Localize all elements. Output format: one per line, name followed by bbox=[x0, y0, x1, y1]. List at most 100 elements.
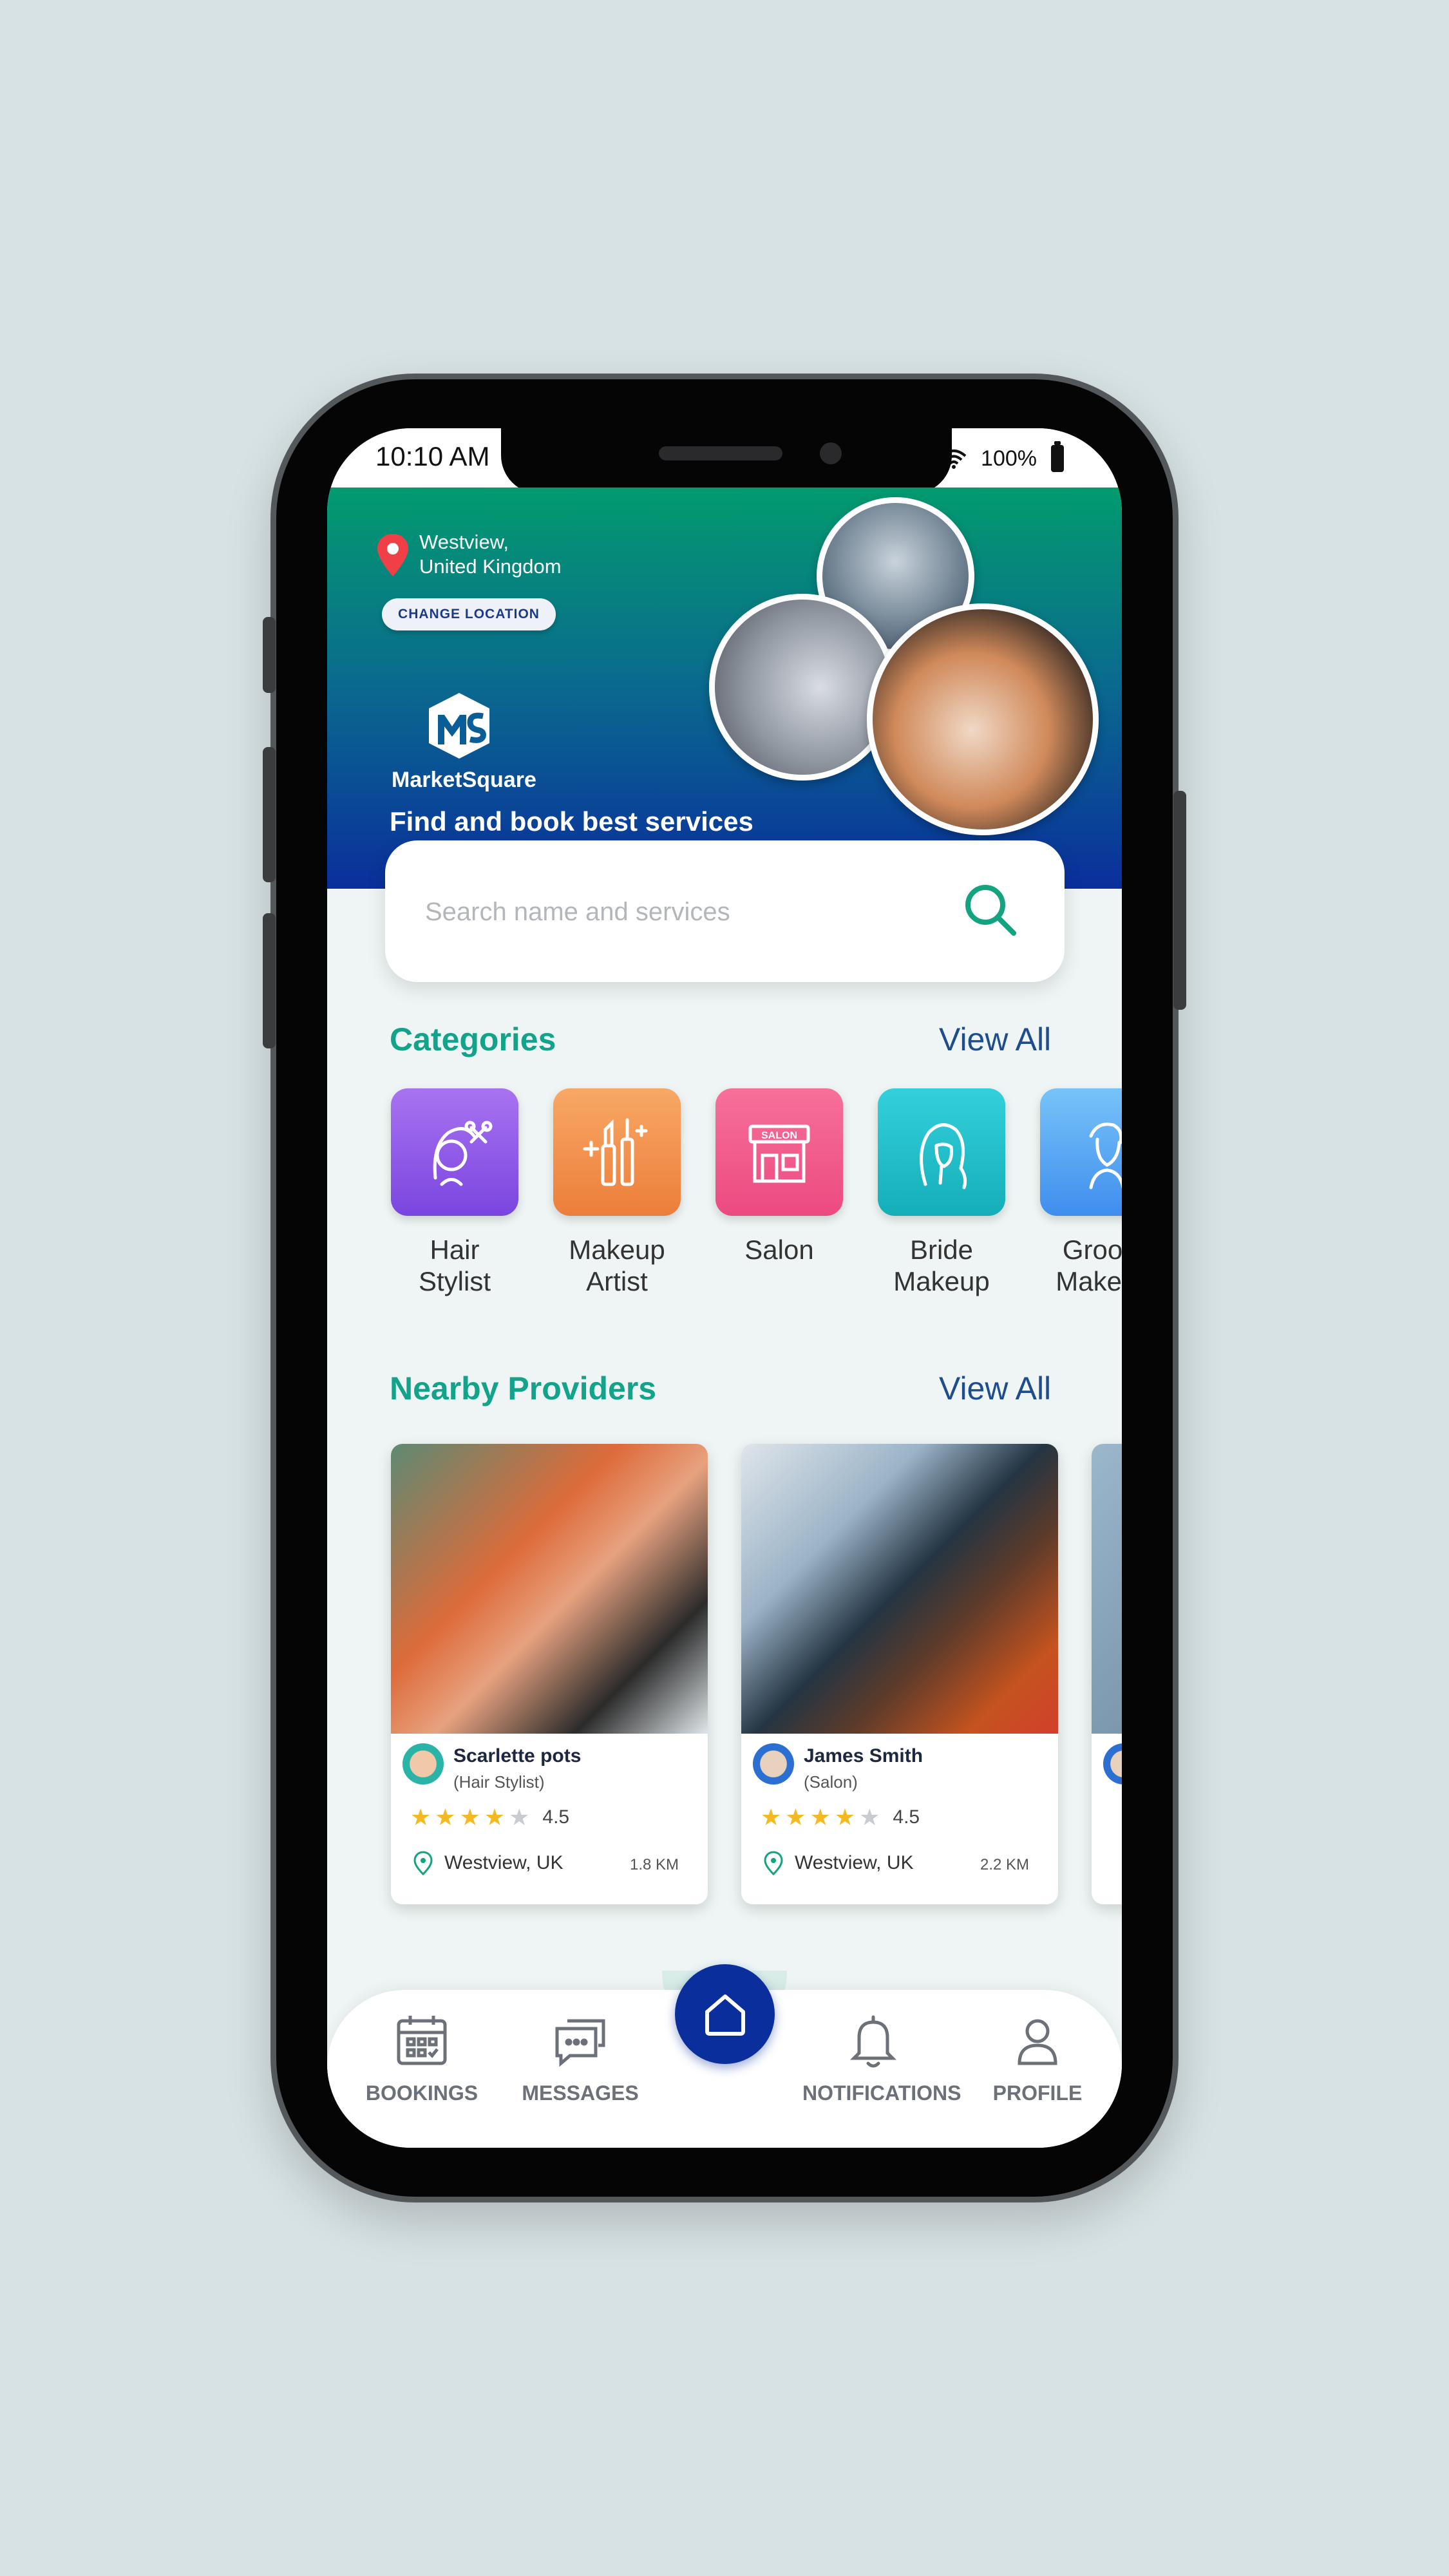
category-hair-stylist[interactable]: Hair Stylist bbox=[390, 1088, 519, 1297]
nav-label: NOTIFICATIONS bbox=[802, 2081, 961, 2105]
app-screen: 10:10 AM 100% Westview, United Kingdom C… bbox=[327, 428, 1122, 2148]
battery-icon bbox=[1051, 441, 1064, 472]
makeup-icon bbox=[553, 1088, 681, 1216]
provider-location-text: Westview, UK bbox=[444, 1852, 564, 1873]
nav-label: MESSAGES bbox=[522, 2081, 639, 2105]
provider-location: Westview, UK bbox=[413, 1851, 564, 1875]
star-icon: ★ bbox=[484, 1804, 506, 1830]
rating-value: 4.5 bbox=[542, 1806, 570, 1828]
battery-percent: 100% bbox=[981, 446, 1037, 471]
provider-distance: 2.2 KM bbox=[980, 1856, 1029, 1873]
provider-role: (Hair Stylist) bbox=[453, 1772, 545, 1792]
nav-messages[interactable]: MESSAGES bbox=[509, 2009, 651, 2105]
status-indicators: 100% bbox=[941, 441, 1064, 472]
star-rating: ★ ★ ★ ★ ★ 4.5 bbox=[410, 1806, 569, 1829]
category-label-line: Hair bbox=[430, 1235, 480, 1265]
category-label-line: Stylist bbox=[418, 1266, 491, 1296]
provider-name: Scarlette pots bbox=[453, 1745, 582, 1766]
salon-icon: SALON bbox=[715, 1088, 843, 1216]
current-location: Westview, United Kingdom bbox=[419, 530, 562, 579]
category-label-line: Bride bbox=[909, 1235, 974, 1265]
phone-volume-up bbox=[263, 747, 276, 882]
category-salon[interactable]: SALON Salon bbox=[715, 1088, 844, 1265]
change-location-button[interactable]: CHANGE LOCATION bbox=[382, 598, 556, 630]
location-pin-icon bbox=[377, 534, 408, 576]
tagline: Find and book best services bbox=[390, 806, 753, 837]
category-label: Salon bbox=[715, 1234, 844, 1265]
logo-cube-icon bbox=[429, 693, 489, 759]
category-label: Makeup Artist bbox=[553, 1234, 681, 1297]
logo-name: MarketSquare bbox=[392, 768, 536, 792]
star-icon: ★ bbox=[509, 1804, 530, 1830]
avatar bbox=[1103, 1743, 1122, 1785]
hair-stylist-photo bbox=[867, 603, 1099, 835]
star-icon: ★ bbox=[459, 1804, 480, 1830]
category-label-line: Makeup bbox=[569, 1235, 665, 1265]
phone-notch bbox=[501, 428, 952, 494]
category-bride-makeup[interactable]: Bride Makeup bbox=[877, 1088, 1006, 1297]
map-pin-icon bbox=[764, 1851, 783, 1875]
search-icon[interactable] bbox=[958, 878, 1023, 942]
avatar bbox=[753, 1743, 794, 1785]
home-button[interactable] bbox=[675, 1964, 775, 2064]
nav-notifications[interactable]: NOTIFICATIONS bbox=[802, 2009, 961, 2105]
star-icon: ★ bbox=[435, 1804, 456, 1830]
provider-card-partial[interactable] bbox=[1092, 1444, 1122, 1904]
avatar bbox=[402, 1743, 444, 1785]
search-bar[interactable] bbox=[385, 840, 1065, 982]
bride-icon bbox=[878, 1088, 1005, 1216]
status-time: 10:10 AM bbox=[375, 441, 490, 471]
home-icon bbox=[705, 1994, 745, 2036]
provider-location: Westview, UK bbox=[764, 1851, 914, 1875]
category-label-line: Salon bbox=[744, 1235, 814, 1265]
speaker-grill bbox=[659, 446, 782, 460]
providers-view-all-link[interactable]: View All bbox=[939, 1370, 1051, 1407]
svg-text:SALON: SALON bbox=[761, 1130, 797, 1141]
category-label-line: Groom bbox=[1062, 1235, 1122, 1265]
category-label-line: Makeup bbox=[893, 1266, 990, 1296]
bell-icon bbox=[849, 2015, 897, 2068]
category-label: Hair Stylist bbox=[390, 1234, 519, 1297]
provider-photo bbox=[391, 1444, 708, 1734]
category-groom-makeup[interactable]: Groom Makeup bbox=[1039, 1088, 1122, 1297]
groom-icon bbox=[1040, 1088, 1122, 1216]
phone-power-button bbox=[1173, 791, 1186, 1010]
map-pin-icon bbox=[413, 1851, 433, 1875]
search-input[interactable] bbox=[424, 886, 942, 938]
provider-card[interactable]: James Smith (Salon) ★ ★ ★ ★ ★ 4.5 Westvi… bbox=[741, 1444, 1058, 1904]
laundry-photo bbox=[709, 594, 896, 781]
categories-title: Categories bbox=[390, 1021, 556, 1057]
star-icon: ★ bbox=[810, 1804, 831, 1830]
user-icon bbox=[1018, 2019, 1057, 2065]
rating-value: 4.5 bbox=[893, 1806, 920, 1828]
phone-volume-down bbox=[263, 913, 276, 1048]
provider-location-text: Westview, UK bbox=[795, 1852, 914, 1873]
categories-view-all-link[interactable]: View All bbox=[939, 1021, 1051, 1058]
provider-name: James Smith bbox=[804, 1745, 923, 1766]
provider-role: (Salon) bbox=[804, 1772, 858, 1792]
location-country: United Kingdom bbox=[419, 555, 562, 578]
category-label: Groom Makeup bbox=[1039, 1234, 1122, 1297]
nav-profile[interactable]: PROFILE bbox=[967, 2009, 1108, 2105]
provider-photo bbox=[1092, 1444, 1122, 1734]
provider-card[interactable]: Scarlette pots (Hair Stylist) ★ ★ ★ ★ ★ … bbox=[391, 1444, 708, 1904]
star-rating: ★ ★ ★ ★ ★ 4.5 bbox=[761, 1806, 920, 1829]
star-icon: ★ bbox=[761, 1804, 782, 1830]
hair-stylist-icon bbox=[391, 1088, 518, 1216]
calendar-icon bbox=[397, 2016, 447, 2065]
star-icon: ★ bbox=[834, 1804, 856, 1830]
category-label-line: Makeup bbox=[1056, 1266, 1122, 1296]
marketsquare-logo: MarketSquare bbox=[392, 690, 536, 800]
nav-label: BOOKINGS bbox=[365, 2081, 478, 2105]
category-label: Bride Makeup bbox=[877, 1234, 1006, 1297]
nav-label: PROFILE bbox=[992, 2081, 1083, 2105]
phone-silent-switch bbox=[263, 617, 276, 693]
nearby-providers-title: Nearby Providers bbox=[390, 1370, 657, 1406]
provider-photo bbox=[741, 1444, 1058, 1734]
category-label-line: Artist bbox=[586, 1266, 648, 1296]
star-icon: ★ bbox=[410, 1804, 431, 1830]
category-makeup-artist[interactable]: Makeup Artist bbox=[553, 1088, 681, 1297]
star-icon: ★ bbox=[859, 1804, 880, 1830]
hero-banner: Westview, United Kingdom CHANGE LOCATION… bbox=[327, 488, 1122, 889]
nav-bookings[interactable]: BOOKINGS bbox=[351, 2009, 493, 2105]
